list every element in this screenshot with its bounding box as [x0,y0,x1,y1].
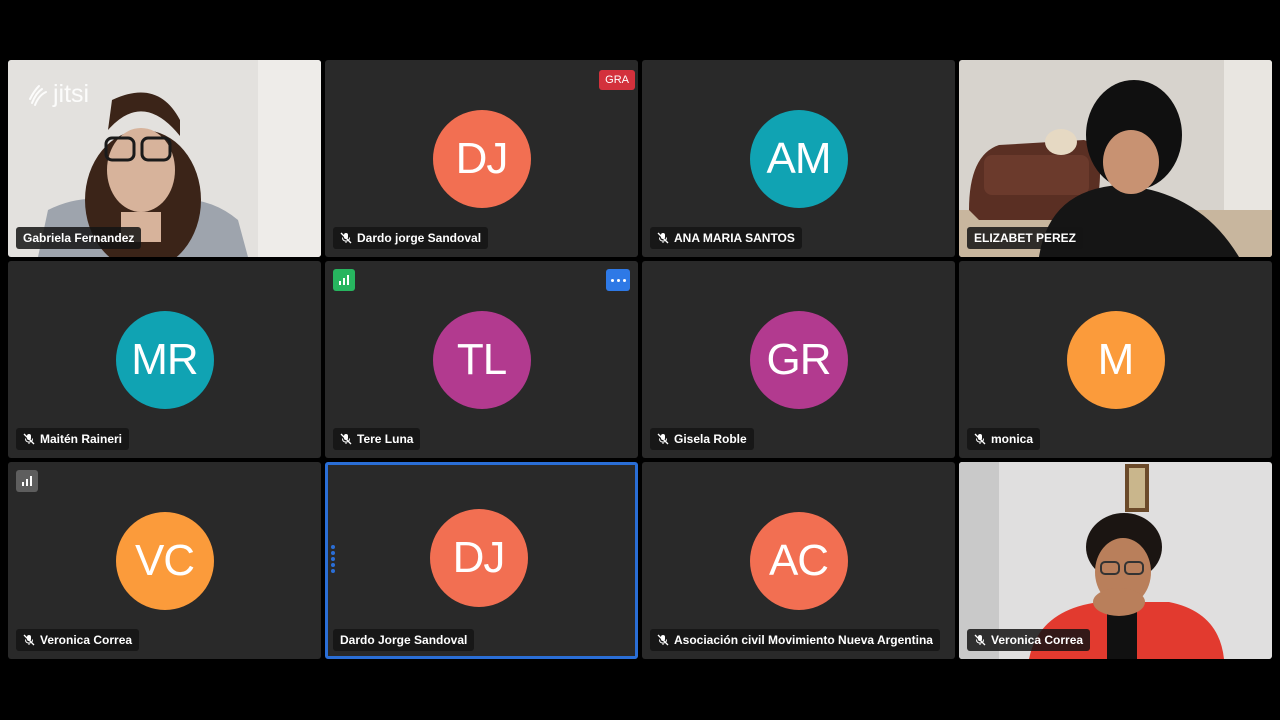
participant-tile[interactable]: Veronica Correa [959,462,1272,659]
participant-name: Maitén Raineri [40,432,123,446]
participant-name: ELIZABET PEREZ [974,231,1077,245]
mic-off-icon [340,433,352,445]
participant-name: Tere Luna [357,432,414,446]
participant-name: Dardo Jorge Sandoval [340,633,468,647]
participant-avatar: AM [749,109,848,208]
mic-off-icon [974,634,986,646]
participant-name: Veronica Correa [40,633,133,647]
participant-name-tag: Gabriela Fernandez [16,227,142,249]
drag-handle-icon[interactable] [331,545,335,573]
participant-name: Asociación civil Movimiento Nueva Argent… [674,633,933,647]
jitsi-logo-icon [29,84,47,106]
participant-tile[interactable]: VC Veronica Correa [8,462,321,659]
participant-avatar: DJ [432,109,531,208]
recording-badge: GRA [599,70,635,90]
dot-icon [622,278,626,282]
participant-name: Gisela Roble [674,432,747,446]
participant-tile[interactable]: ELIZABET PEREZ [959,60,1272,257]
participant-name-tag: monica [967,428,1041,450]
participant-tile[interactable]: M monica [959,261,1272,458]
participant-tile[interactable]: MR Maitén Raineri [8,261,321,458]
participant-tile[interactable]: TL Tere Luna [325,261,638,458]
participant-tile[interactable]: GR Gisela Roble [642,261,955,458]
participant-tile[interactable]: GRA DJ Dardo jorge Sandoval [325,60,638,257]
participant-name-tag: Veronica Correa [967,629,1091,651]
participant-name-tag: ANA MARIA SANTOS [650,227,802,249]
dot-icon [610,278,614,282]
connection-signal-icon[interactable] [16,470,38,492]
participant-name-tag: ELIZABET PEREZ [967,227,1084,249]
participant-avatar: DJ [429,508,528,607]
participant-tile[interactable]: jitsi Gabriela Fernandez [8,60,321,257]
participant-name-tag: Gisela Roble [650,428,754,450]
participant-avatar: GR [749,310,848,409]
participant-name: monica [991,432,1034,446]
participant-name-tag: Maitén Raineri [16,428,130,450]
participant-name: Dardo jorge Sandoval [357,231,482,245]
mic-off-icon [23,433,35,445]
mic-off-icon [657,232,669,244]
participant-name: Gabriela Fernandez [23,231,135,245]
participant-avatar: M [1066,310,1165,409]
participant-name: Veronica Correa [991,633,1084,647]
participant-name-tag: Tere Luna [333,428,421,450]
jitsi-logo-text: jitsi [53,80,90,108]
jitsi-logo: jitsi [28,80,89,109]
mic-off-icon [23,634,35,646]
participant-tile[interactable]: AM ANA MARIA SANTOS [642,60,955,257]
participant-tile[interactable]: AC Asociación civil Movimiento Nueva Arg… [642,462,955,659]
mic-off-icon [657,634,669,646]
participant-name-tag: Dardo jorge Sandoval [333,227,489,249]
participant-name: ANA MARIA SANTOS [674,231,795,245]
participant-avatar: AC [749,511,848,610]
participant-name-tag: Asociación civil Movimiento Nueva Argent… [650,629,940,651]
connection-signal-icon[interactable] [333,269,355,291]
participant-avatar: MR [115,310,214,409]
dot-icon [616,278,620,282]
participant-tile-active[interactable]: DJ Dardo Jorge Sandoval [325,462,638,659]
mic-off-icon [340,232,352,244]
participant-grid: jitsi Gabriela Fernandez GRA DJ Dardo jo… [8,60,1272,660]
more-options-button[interactable] [606,269,630,291]
mic-off-icon [974,433,986,445]
participant-name-tag: Veronica Correa [16,629,140,651]
participant-avatar: VC [115,511,214,610]
mic-off-icon [657,433,669,445]
participant-name-tag: Dardo Jorge Sandoval [333,629,475,651]
participant-avatar: TL [432,310,531,409]
